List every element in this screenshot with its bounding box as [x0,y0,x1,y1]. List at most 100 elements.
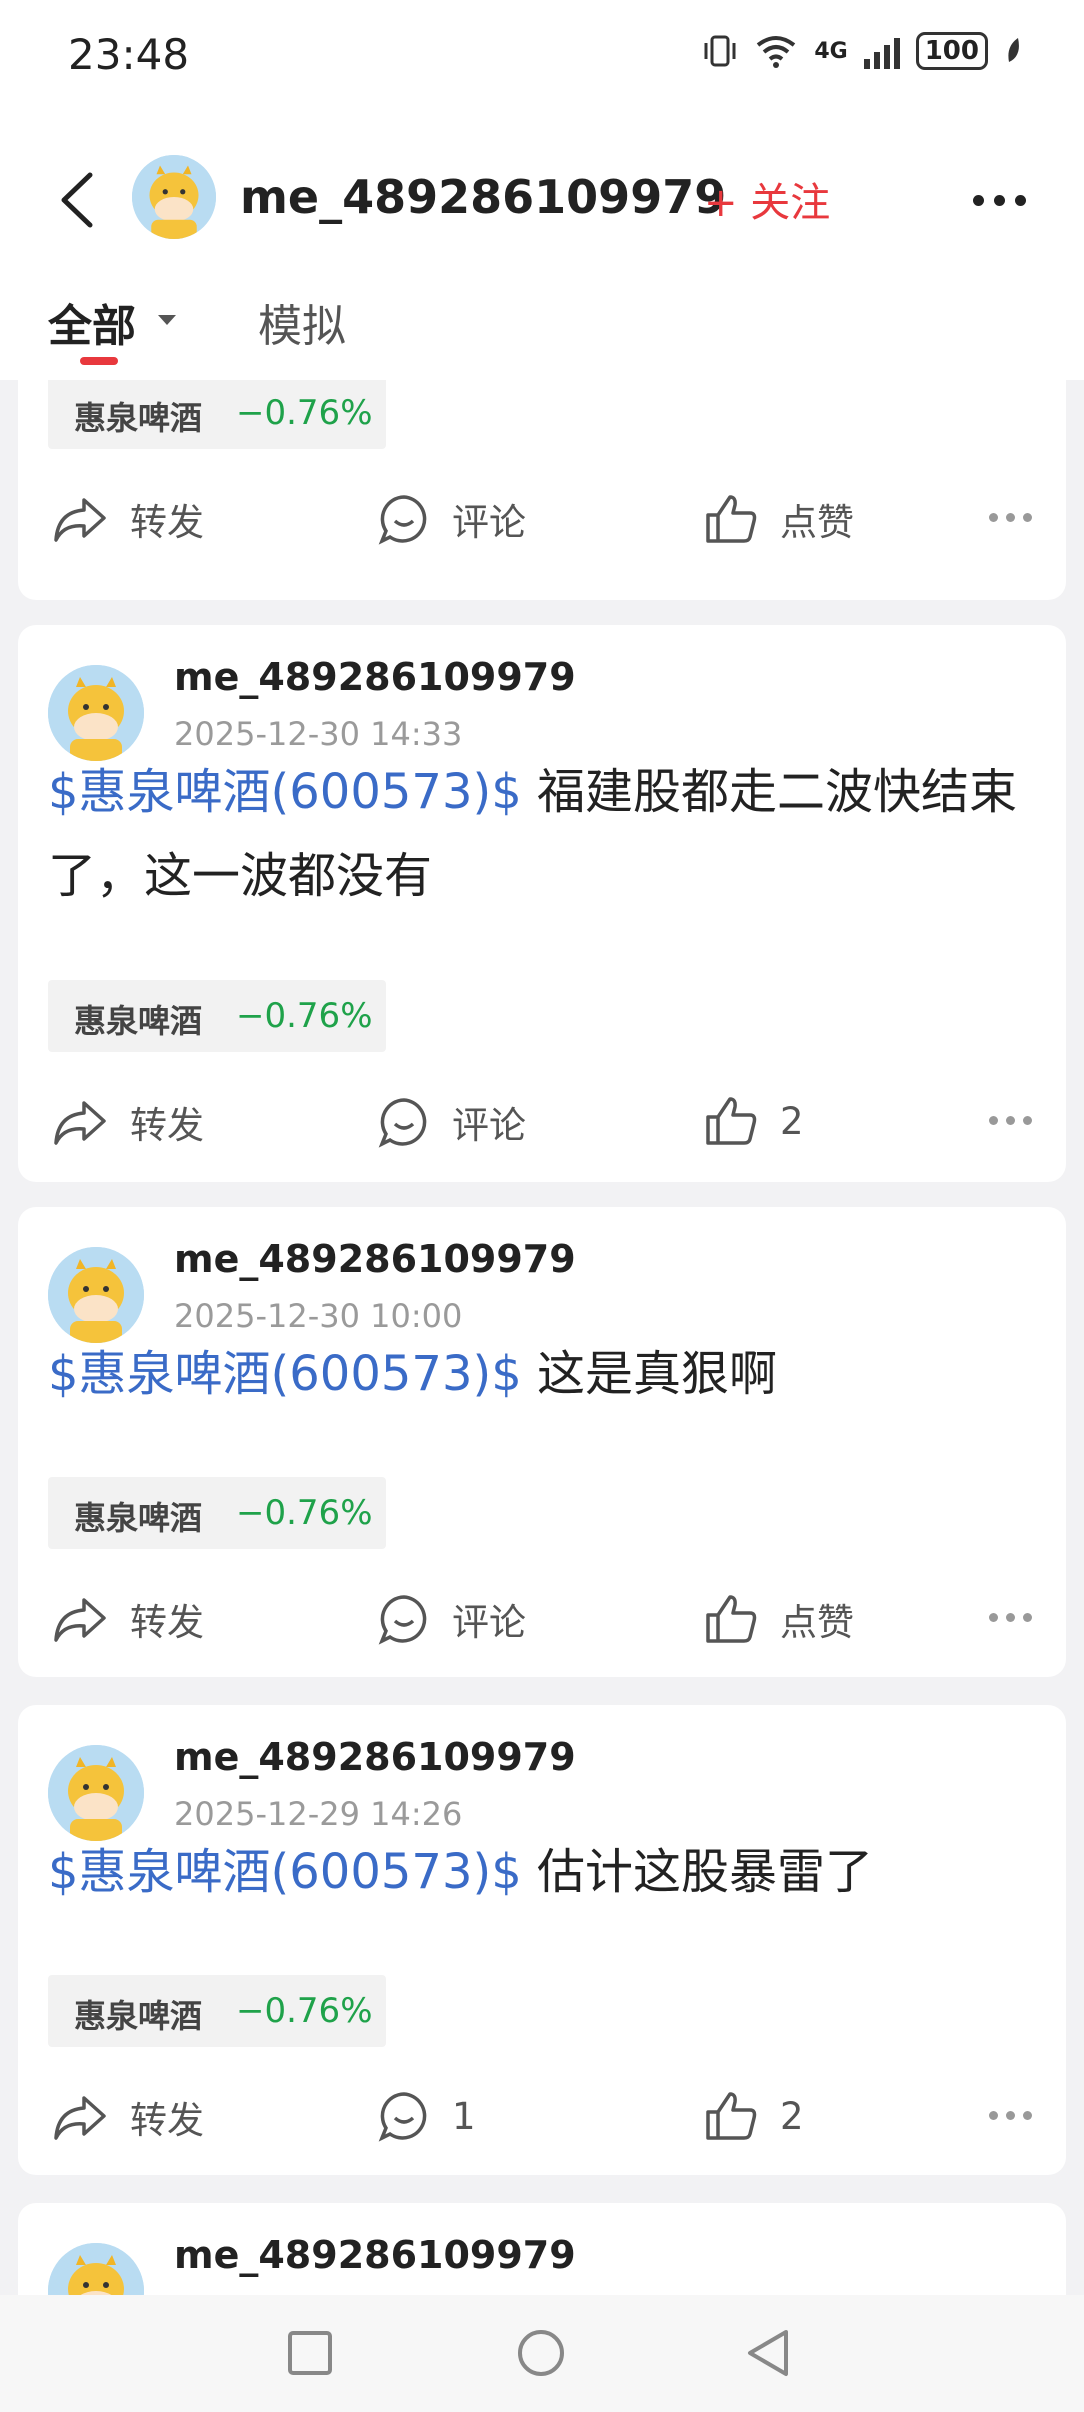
profile-header: me_489286109979 + 关注 [0,115,1084,275]
like-label: 点赞 [780,1601,854,1644]
post-body: 这是真狠啊 [521,1346,778,1402]
post-time: 2025-12-30 10:00 [174,1297,463,1335]
like-count: 2 [780,2094,804,2138]
stock-chip-name: 惠泉啤酒 [74,1002,203,1040]
post-more-icon[interactable] [989,2111,1032,2120]
cow-avatar-icon [48,1247,144,1343]
like-count: 2 [780,1099,804,1143]
forward-label: 转发 [130,2099,204,2142]
comment-icon [378,2092,427,2142]
system-nav-bar [0,2295,1084,2412]
avatar[interactable] [48,2243,144,2295]
forward-button[interactable]: 转发 [52,2090,204,2144]
thumbs-up-icon [706,495,757,543]
cow-avatar-icon [48,1745,144,1841]
avatar[interactable] [48,665,144,761]
like-button[interactable]: 2 [704,1095,804,1147]
post-author[interactable]: me_489286109979 [174,1237,576,1281]
comment-label: 评论 [452,1104,526,1147]
cow-avatar-icon [48,2243,144,2295]
tab-simulation[interactable]: 模拟 [258,290,346,354]
dropdown-caret-icon[interactable] [158,315,176,325]
active-tab-indicator [80,357,118,365]
status-time: 23:48 [68,30,190,79]
post-text[interactable]: $惠泉啤酒(600573)$ 估计这股暴雷了 [48,1830,1038,1914]
post-card[interactable]: me_489286109979 2025-12-29 14:26 $惠泉啤酒(6… [18,1705,1066,2175]
like-button[interactable]: 点赞 [704,1592,854,1646]
stock-chip-name: 惠泉啤酒 [74,399,203,437]
stock-chip-change: −0.76% [236,1991,373,2031]
stock-chip[interactable]: 惠泉啤酒 −0.76% [48,380,386,449]
more-options-icon[interactable] [973,195,1026,206]
stock-chip-name: 惠泉啤酒 [74,1499,203,1537]
forward-button[interactable]: 转发 [52,1592,204,1646]
post-feed[interactable]: 惠泉啤酒 −0.76% 转发 评论 点赞 me_489286109979 202… [0,380,1084,2295]
post-author[interactable]: me_489286109979 [174,2233,576,2277]
stock-tag-link[interactable]: $惠泉啤酒(600573)$ [48,1844,522,1900]
stock-chip-change: −0.76% [236,393,373,433]
post-text[interactable]: $惠泉啤酒(600573)$ 福建股都走二波快结束了，这一波都没有 [48,750,1038,918]
post-body: 估计这股暴雷了 [521,1844,874,1900]
cow-avatar-icon [132,155,216,239]
like-button[interactable]: 点赞 [704,492,854,546]
post-card[interactable]: me_489286109979 [18,2203,1066,2295]
comment-button[interactable]: 评论 [378,1095,526,1149]
stock-chip-name: 惠泉啤酒 [74,1997,203,2035]
post-time: 2025-12-30 14:33 [174,715,463,753]
comment-count: 1 [452,2094,476,2138]
forward-label: 转发 [130,1601,204,1644]
post-card[interactable]: me_489286109979 2025-12-30 14:33 $惠泉啤酒(6… [18,625,1066,1182]
tab-bar: 全部 模拟 [0,275,1084,380]
like-button[interactable]: 2 [704,2090,804,2142]
avatar[interactable] [48,1745,144,1841]
home-circle-icon[interactable] [516,2328,566,2378]
post-author[interactable]: me_489286109979 [174,655,576,699]
post-more-icon[interactable] [989,1116,1032,1125]
forward-label: 转发 [130,501,204,544]
stock-chip-change: −0.76% [236,1493,373,1533]
like-label: 点赞 [780,501,854,544]
status-icons: 4G 100 [702,32,1022,70]
comment-button[interactable]: 1 [378,2090,476,2142]
post-time: 2025-12-29 14:26 [174,1795,463,1833]
stock-chip-change: −0.76% [236,996,373,1036]
thumbs-up-icon [706,1595,757,1643]
post-more-icon[interactable] [989,1613,1032,1622]
cow-avatar-icon [48,665,144,761]
stock-tag-link[interactable]: $惠泉啤酒(600573)$ [48,764,522,820]
stock-chip[interactable]: 惠泉啤酒 −0.76% [48,1975,386,2047]
forward-icon [54,1101,106,1145]
comment-icon [378,1595,427,1645]
avatar[interactable] [132,155,216,239]
back-arrow-icon[interactable] [50,165,100,235]
forward-button[interactable]: 转发 [52,492,204,546]
network-type: 4G [814,38,848,64]
forward-label: 转发 [130,1104,204,1147]
comment-button[interactable]: 评论 [378,1592,526,1646]
follow-button[interactable]: + 关注 [704,170,830,228]
wifi-icon [757,36,796,68]
post-card[interactable]: 惠泉啤酒 −0.76% 转发 评论 点赞 [18,380,1066,600]
forward-icon [54,2096,106,2140]
thumbs-up-icon [706,2092,757,2140]
avatar[interactable] [48,1247,144,1343]
comment-button[interactable]: 评论 [378,492,526,546]
forward-button[interactable]: 转发 [52,1095,204,1149]
comment-label: 评论 [452,501,526,544]
back-triangle-icon[interactable] [744,2328,792,2378]
thumbs-up-icon [706,1097,757,1145]
recents-square-icon[interactable] [287,2330,333,2376]
leaf-icon [1008,38,1019,62]
stock-chip[interactable]: 惠泉啤酒 −0.76% [48,1477,386,1549]
post-card[interactable]: me_489286109979 2025-12-30 10:00 $惠泉啤酒(6… [18,1207,1066,1677]
post-author[interactable]: me_489286109979 [174,1735,576,1779]
status-bar: 23:48 4G 100 [0,0,1084,115]
comment-icon [378,495,427,545]
tab-all[interactable]: 全部 [48,290,136,354]
stock-tag-link[interactable]: $惠泉啤酒(600573)$ [48,1346,522,1402]
vibrate-icon [704,35,736,67]
profile-username: me_489286109979 [240,170,727,224]
post-more-icon[interactable] [989,513,1032,522]
stock-chip[interactable]: 惠泉啤酒 −0.76% [48,980,386,1052]
post-text[interactable]: $惠泉啤酒(600573)$ 这是真狠啊 [48,1332,1038,1416]
